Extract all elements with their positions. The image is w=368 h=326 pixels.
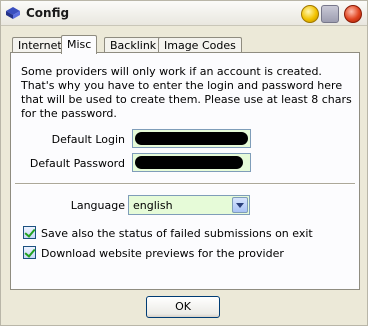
redacted-password xyxy=(135,156,243,169)
chevron-down-icon[interactable] xyxy=(232,197,248,213)
separator xyxy=(15,183,355,185)
default-login-label: Default Login xyxy=(51,133,125,146)
language-select[interactable]: english xyxy=(128,195,250,215)
maximize-button[interactable] xyxy=(321,5,339,23)
default-login-field[interactable] xyxy=(132,129,251,148)
tab-backlink[interactable]: Backlink xyxy=(104,37,163,53)
default-password-field[interactable] xyxy=(132,153,251,172)
config-window: Config Internet Misc Backlink Image Code… xyxy=(0,0,368,326)
close-button[interactable] xyxy=(344,5,362,23)
download-previews-checkbox[interactable] xyxy=(23,246,36,259)
tab-internet[interactable]: Internet xyxy=(12,37,68,53)
misc-panel: Some providers will only work if an acco… xyxy=(10,52,360,290)
intro-text: Some providers will only work if an acco… xyxy=(21,65,352,120)
tab-misc[interactable]: Misc xyxy=(61,35,98,54)
language-value: english xyxy=(133,199,173,212)
tab-image-codes[interactable]: Image Codes xyxy=(158,37,242,53)
redacted-login xyxy=(135,132,248,145)
save-failed-status-label[interactable]: Save also the status of failed submissio… xyxy=(41,227,313,240)
download-previews-label[interactable]: Download website previews for the provid… xyxy=(41,247,284,260)
save-failed-status-checkbox[interactable] xyxy=(23,226,36,239)
ok-button[interactable]: OK xyxy=(146,296,220,318)
minimize-button[interactable] xyxy=(301,5,319,23)
app-icon xyxy=(6,7,20,19)
language-label: Language xyxy=(70,199,125,212)
title-bar[interactable]: Config xyxy=(1,1,367,26)
default-password-label: Default Password xyxy=(29,157,125,170)
window-title: Config xyxy=(26,6,70,20)
